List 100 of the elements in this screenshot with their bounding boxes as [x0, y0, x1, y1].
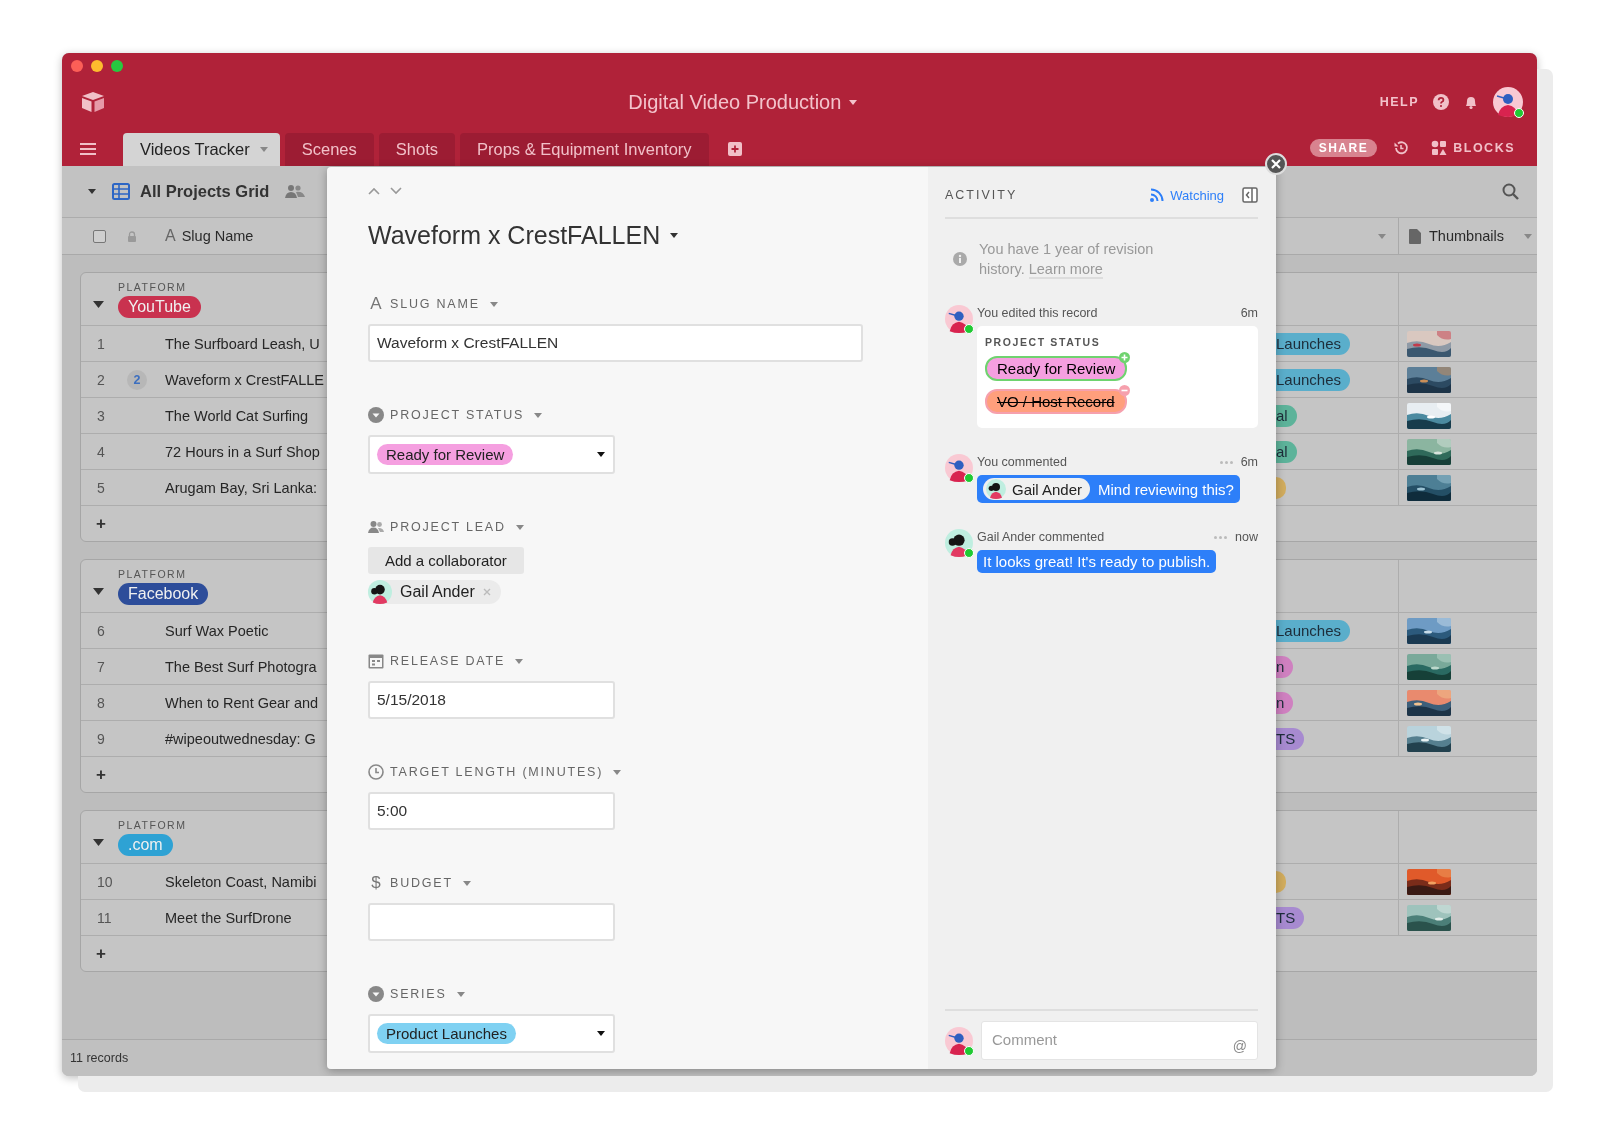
activity-actor: You commented	[977, 455, 1067, 469]
option-tag: Product Launches	[377, 1023, 516, 1044]
avatar-icon	[945, 305, 973, 333]
row-number: 6	[96, 622, 106, 639]
row-number: 2	[96, 371, 106, 388]
comment-field[interactable]: Comment @	[981, 1021, 1258, 1060]
mention-icon[interactable]: @	[1232, 1038, 1247, 1054]
table-tab[interactable]: Shots	[378, 133, 455, 166]
duration-field[interactable]: 5:00	[368, 792, 615, 830]
lock-icon	[127, 230, 137, 242]
row-number: 4	[96, 443, 106, 460]
search-icon[interactable]	[1502, 183, 1519, 200]
dropdown-circle-icon	[368, 986, 384, 1002]
collaborator-chip[interactable]: Gail Ander	[368, 580, 501, 604]
blocks-button[interactable]: BLOCKS	[1425, 139, 1521, 157]
more-icon[interactable]	[1214, 535, 1228, 539]
collapse-caret-icon[interactable]	[93, 301, 104, 308]
next-record-icon[interactable]	[390, 187, 402, 195]
more-icon[interactable]	[1219, 460, 1233, 464]
activity-title: ACTIVITY	[945, 188, 1018, 202]
clock-icon	[368, 764, 384, 780]
date-field[interactable]: 5/15/2018	[368, 681, 615, 719]
table-cell-text: #wipeoutwednesday: G	[165, 730, 317, 747]
help-icon[interactable]	[1433, 94, 1449, 110]
row-number: 5	[96, 479, 106, 496]
row-number: 1	[96, 335, 106, 352]
menu-icon[interactable]	[80, 143, 96, 155]
blocks-icon	[1431, 140, 1448, 156]
group-value-tag: Facebook	[118, 583, 209, 605]
history-icon[interactable]	[1393, 140, 1410, 156]
field-type-icon: A	[165, 227, 176, 245]
add-row-button[interactable]: +	[81, 512, 127, 535]
add-collaborator-button[interactable]: Add a collaborator	[368, 547, 524, 574]
series-tag: Launches	[1276, 332, 1351, 355]
table-cell-text: The Surfboard Leash, U	[165, 335, 321, 352]
minimize-light[interactable]	[91, 60, 103, 72]
table-cell-text: When to Rent Gear and	[165, 694, 320, 711]
changed-field-label: PROJECT STATUS	[985, 336, 1101, 348]
collapse-caret-icon[interactable]	[93, 588, 104, 595]
field-label: BUDGET	[390, 876, 453, 890]
activity-time: now	[1235, 530, 1258, 544]
field-label: PROJECT LEAD	[390, 520, 506, 534]
grid-view-icon[interactable]	[112, 183, 130, 200]
currency-field[interactable]	[368, 903, 615, 941]
row-number: 9	[96, 730, 106, 747]
comment-text: It looks great! It's ready to publish.	[983, 553, 1211, 570]
previous-record-icon[interactable]	[368, 187, 380, 195]
row-number: 3	[96, 407, 106, 424]
select-field[interactable]: Product Launches	[368, 1014, 615, 1053]
table-cell-text: The World Cat Surfing	[165, 407, 310, 424]
table-cell-text: 72 Hours in a Surf Shop	[165, 443, 321, 460]
select-all-checkbox[interactable]	[93, 229, 106, 243]
add-row-button[interactable]: +	[81, 763, 127, 786]
table-tab[interactable]: Videos Tracker	[123, 133, 280, 166]
view-name[interactable]: All Projects Grid	[140, 182, 270, 201]
field-label: SERIES	[390, 987, 447, 1001]
series-tag: TS	[1276, 727, 1305, 750]
activity-actor: You edited this record	[977, 306, 1098, 320]
people-icon[interactable]	[285, 184, 306, 199]
add-table-icon[interactable]	[727, 142, 742, 156]
column-header[interactable]: Slug Name	[181, 228, 254, 244]
avatar-icon	[945, 529, 973, 557]
series-tag: n	[1276, 691, 1294, 714]
table-cell-text: Skeleton Coast, Namibi	[165, 873, 318, 890]
option-tag: Ready for Review	[377, 444, 514, 465]
table-tab[interactable]: Scenes	[284, 133, 374, 166]
group-field-label: PLATFORM	[118, 281, 187, 293]
help-link[interactable]: HELP	[1379, 95, 1419, 109]
table-cell-text: Surf Wax Poetic	[165, 622, 270, 639]
collapse-panel-icon[interactable]	[1242, 187, 1258, 203]
add-row-button[interactable]: +	[81, 942, 127, 965]
group-field-label: PLATFORM	[118, 568, 187, 580]
zoom-light[interactable]	[111, 60, 123, 72]
table-cell-text: Arugam Bay, Sri Lanka:	[165, 479, 319, 496]
slug-name-field[interactable]: Waveform x CrestFALLEN	[368, 324, 863, 362]
caret-icon[interactable]	[597, 452, 605, 457]
feed-icon	[1150, 188, 1165, 202]
field-label: PROJECT STATUS	[390, 408, 525, 422]
series-tag: Launches	[1276, 368, 1351, 391]
collapse-caret-icon[interactable]	[93, 839, 104, 846]
activity-time: 6m	[1240, 455, 1258, 469]
caret-icon[interactable]	[670, 233, 679, 238]
group-value-tag: YouTube	[118, 296, 201, 318]
column-header[interactable]: Thumbnails	[1429, 228, 1504, 244]
table-tab[interactable]: Props & Equipment Inventory	[460, 133, 709, 166]
select-field[interactable]: Ready for Review	[368, 435, 615, 474]
avatar-icon	[986, 479, 1006, 499]
field-type-icon: $	[368, 873, 384, 893]
group-value-tag: .com	[118, 834, 173, 856]
bell-icon[interactable]	[1463, 94, 1479, 110]
avatar-icon	[368, 580, 392, 604]
caret-icon[interactable]	[597, 1031, 605, 1036]
record-count: 11 records	[70, 1051, 129, 1065]
plus-icon	[1119, 352, 1131, 363]
close-light[interactable]	[71, 60, 83, 72]
mention-chip[interactable]: Gail Ander	[983, 478, 1091, 500]
collapse-caret-icon[interactable]	[88, 189, 96, 194]
people-icon	[368, 519, 384, 535]
base-title[interactable]: Digital Video Production	[628, 90, 842, 114]
cube-logo-icon[interactable]	[80, 91, 106, 113]
